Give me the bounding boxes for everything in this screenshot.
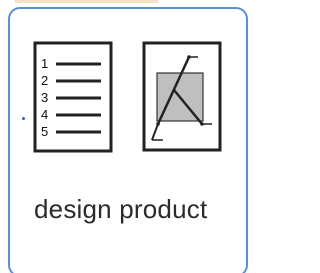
tile-label: design product: [34, 194, 208, 224]
list-number: 1: [41, 56, 48, 71]
list-number: 3: [41, 90, 48, 105]
top-accent-bar: [15, 0, 158, 3]
indicator-dot: [22, 117, 25, 120]
numbered-list-icon: 1 2 3 4 5: [33, 41, 113, 153]
list-number: 4: [41, 107, 48, 122]
diagram-document-icon: [142, 41, 222, 152]
list-number: 2: [41, 73, 48, 88]
list-number: 5: [41, 124, 48, 139]
page: 1 2 3 4 5 design product: [0, 0, 248, 273]
